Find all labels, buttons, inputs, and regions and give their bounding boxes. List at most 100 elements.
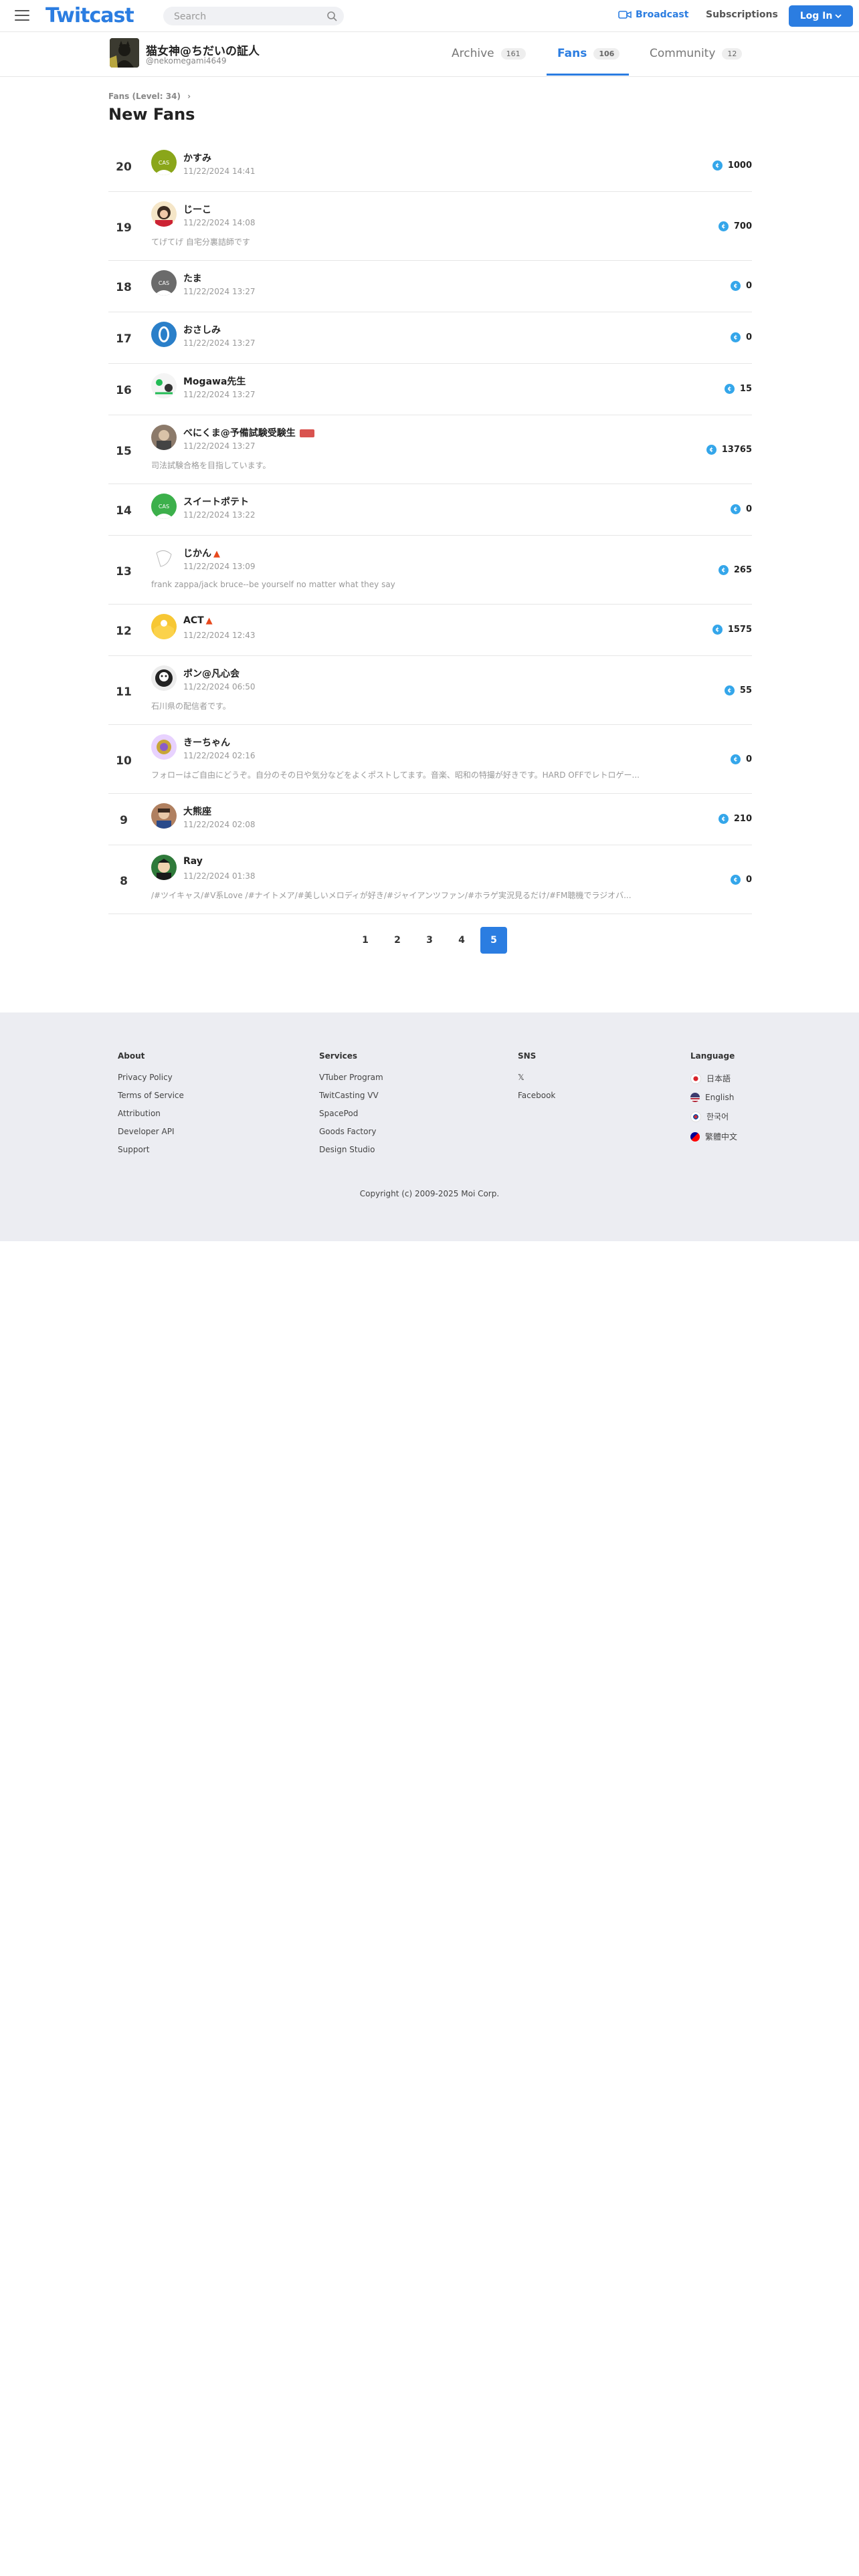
login-button[interactable]: Log In [789,5,853,27]
coin-icon: ¢ [724,685,735,695]
fan-name-wrap[interactable]: きーちゃん [183,736,230,749]
page-button-3[interactable]: 3 [416,927,443,954]
tab-community[interactable]: Community 12 [650,47,743,60]
fan-rank: 13 [116,565,132,578]
fan-avatar[interactable] [151,545,177,570]
fan-name-wrap[interactable]: Ray [183,856,203,867]
footer-link-design-studio[interactable]: Design Studio [319,1145,383,1154]
footer-link-terms[interactable]: Terms of Service [118,1091,184,1100]
fan-avatar[interactable]: CAS [151,494,177,519]
tab-fans[interactable]: Fans 106 [557,47,620,60]
fan-row[interactable]: 9 大熊座 11/22/2024 02:08 ¢ 210 [108,794,752,845]
fan-date: 11/22/2024 13:27 [183,338,256,348]
fan-avatar[interactable] [151,373,177,399]
language-traditional-chinese[interactable]: 繁體中文 [690,1131,737,1142]
fan-rank: 10 [116,754,132,768]
footer-link-support[interactable]: Support [118,1145,184,1154]
fan-avatar[interactable] [151,614,177,639]
footer-link-goods-factory[interactable]: Goods Factory [319,1127,383,1136]
footer-link-developer-api[interactable]: Developer API [118,1127,184,1136]
fan-row[interactable]: 14 CAS スイートポテト 11/22/2024 13:22 ¢ 0 [108,484,752,536]
fan-name-wrap[interactable]: じかん ▲ [183,546,220,560]
fan-row[interactable]: 19 じーこ 11/22/2024 14:08 てげてげ 自宅分裏詰師です ¢ 700 [108,192,752,261]
page-button-5[interactable]: 5 [480,927,507,954]
fan-avatar[interactable] [151,425,177,450]
fan-score: ¢ 700 [672,221,752,231]
fan-avatar[interactable] [151,201,177,227]
fan-row[interactable]: 8 Ray 11/22/2024 01:38 /#ツイキャス/#V系Love /#ナイ… [108,845,752,914]
fan-row[interactable]: 10 きーちゃん 11/22/2024 02:16 フォローはご自由にどうぞ。自分のそ… [108,725,752,794]
fan-date: 11/22/2024 14:41 [183,167,256,176]
broadcast-button[interactable]: Broadcast [618,9,688,20]
fan-avatar[interactable] [151,803,177,829]
twitcast-logo[interactable]: Twitcast [45,4,134,27]
fan-name-wrap[interactable]: たま [183,272,202,285]
fan-name-wrap[interactable]: ACT ▲ [183,615,213,626]
fan-name-wrap[interactable]: 大熊座 [183,804,211,818]
fan-score: ¢ 0 [672,281,752,291]
footer-link-spacepod[interactable]: SpacePod [319,1109,383,1118]
fan-name-wrap[interactable]: べにくま@予備試験受験生 [183,426,314,439]
fan-avatar[interactable] [151,855,177,880]
svg-text:CAS: CAS [159,160,169,166]
footer-link-privacy[interactable]: Privacy Policy [118,1073,184,1082]
fan-avatar[interactable] [151,734,177,760]
fan-rank: 11 [116,685,132,699]
search-icon[interactable] [326,11,337,21]
fan-name: Mogawa先生 [183,377,246,387]
fan-row[interactable]: 15 べにくま@予備試験受験生 11/22/2024 13:27 司法試験合格を目指し… [108,415,752,484]
fan-name-wrap[interactable]: おさしみ [183,323,221,336]
fan-row[interactable]: 18 CAS たま 11/22/2024 13:27 ¢ 0 [108,261,752,312]
top-navigation-bar: Twitcast Broadcast Subscriptions Log In [0,0,859,32]
search-input[interactable] [173,10,316,23]
fan-score-value: 0 [745,754,752,764]
page-button-2[interactable]: 2 [384,927,411,954]
fan-name: じーこ [183,205,211,215]
fan-score: ¢ 0 [672,875,752,885]
footer-link-x[interactable]: 𝕏 [518,1073,555,1082]
fan-avatar[interactable] [151,322,177,347]
us-flag-icon [690,1093,700,1102]
fan-row[interactable]: 20 CAS かすみ 11/22/2024 14:41 ¢ 1000 [108,140,752,192]
fan-date: 11/22/2024 13:27 [183,287,256,296]
fan-score-value: 265 [733,565,752,575]
menu-icon[interactable] [15,10,29,21]
language-korean[interactable]: 한국어 [690,1111,737,1122]
footer-link-twitcasting-vv[interactable]: TwitCasting VV [319,1091,383,1100]
profile-avatar[interactable] [110,38,139,68]
language-japanese[interactable]: 日本語 [690,1073,737,1084]
fan-score-value: 13765 [721,445,752,455]
fan-name-wrap[interactable]: じーこ [183,203,211,216]
fan-row[interactable]: 17 おさしみ 11/22/2024 13:27 ¢ 0 [108,312,752,364]
footer-heading: Services [319,1051,358,1061]
fan-score-value: 0 [745,875,752,885]
fan-avatar[interactable]: CAS [151,270,177,296]
tab-archive[interactable]: Archive 161 [452,47,526,60]
subscriptions-link[interactable]: Subscriptions [706,9,778,20]
fan-name-wrap[interactable]: Mogawa先生 [183,374,246,388]
fan-row[interactable]: 11 ポン@凡心会 11/22/2024 06:50 石川県の配信者です。 ¢ 55 [108,656,752,725]
language-english[interactable]: English [690,1093,737,1102]
fan-name-wrap[interactable]: スイートポテト [183,495,249,508]
fan-avatar[interactable]: CAS [151,150,177,175]
fan-bio: フォローはご自由にどうぞ。自分のその日や気分などをよくポストしてます。音楽、昭和… [151,770,640,780]
page-button-4[interactable]: 4 [448,927,475,954]
fan-row[interactable]: 16 Mogawa先生 11/22/2024 13:27 ¢ 15 [108,364,752,415]
fan-name-wrap[interactable]: ポン@凡心会 [183,667,240,680]
active-tab-indicator [547,74,629,76]
fan-rank: 12 [116,625,132,638]
fan-avatar[interactable] [151,665,177,691]
language-label: English [705,1093,735,1102]
footer-link-vtuber[interactable]: VTuber Program [319,1073,383,1082]
footer-link-facebook[interactable]: Facebook [518,1091,555,1100]
fan-row[interactable]: 12 ACT ▲ 11/22/2024 12:43 ¢ 1575 [108,605,752,656]
breadcrumb[interactable]: Fans (Level: 34) › [108,92,191,101]
page-button-1[interactable]: 1 [352,927,379,954]
fan-row[interactable]: 13 じかん ▲ 11/22/2024 13:09 frank zappa/jack b… [108,536,752,605]
fan-rank: 20 [116,160,132,174]
fan-name-wrap[interactable]: かすみ [183,151,211,165]
footer-link-attribution[interactable]: Attribution [118,1109,184,1118]
search-box[interactable] [163,7,344,25]
fan-score-value: 1000 [727,160,752,171]
fan-score: ¢ 15 [672,384,752,394]
